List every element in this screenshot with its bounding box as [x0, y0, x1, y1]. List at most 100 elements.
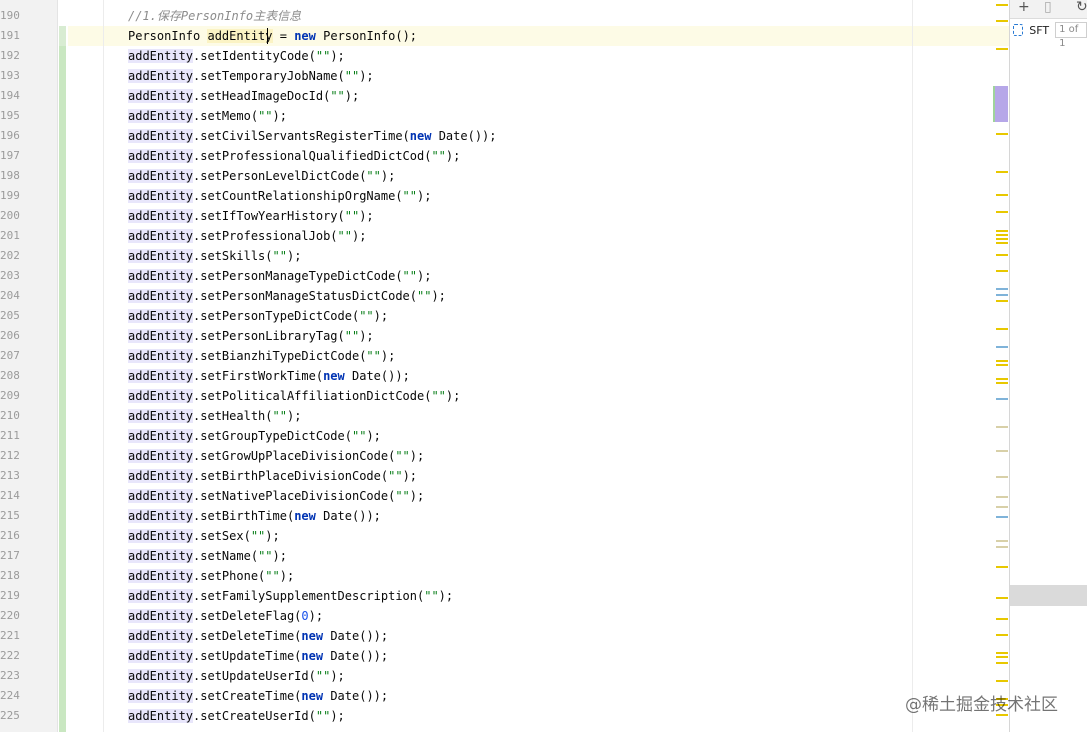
- stripe-mark[interactable]: [996, 378, 1008, 380]
- stripe-mark[interactable]: [996, 360, 1008, 362]
- stripe-mark[interactable]: [996, 652, 1008, 654]
- stripe-mark[interactable]: [996, 662, 1008, 664]
- line-number[interactable]: 225: [0, 706, 20, 726]
- code-line[interactable]: addEntity.setProfessionalJob("");: [128, 226, 908, 246]
- code-line[interactable]: addEntity.setCountRelationshipOrgName(""…: [128, 186, 908, 206]
- line-number[interactable]: 190: [0, 6, 20, 26]
- line-number[interactable]: 211: [0, 426, 20, 446]
- line-number[interactable]: 208: [0, 366, 20, 386]
- stripe-mark[interactable]: [996, 496, 1008, 498]
- line-number[interactable]: 200: [0, 206, 20, 226]
- code-line[interactable]: addEntity.setSkills("");: [128, 246, 908, 266]
- line-number[interactable]: 199: [0, 186, 20, 206]
- line-number[interactable]: 209: [0, 386, 20, 406]
- line-number[interactable]: 197: [0, 146, 20, 166]
- stripe-mark[interactable]: [996, 426, 1008, 428]
- line-number[interactable]: 196: [0, 126, 20, 146]
- code-line[interactable]: //1.保存PersonInfo主表信息: [128, 6, 908, 26]
- stripe-mark[interactable]: [996, 346, 1008, 348]
- stripe-mark[interactable]: [996, 230, 1008, 232]
- line-number[interactable]: 191: [0, 26, 20, 46]
- refresh-icon[interactable]: ↻: [1076, 0, 1087, 14]
- stripe-selection-mark[interactable]: [995, 86, 1008, 122]
- stripe-mark[interactable]: [996, 540, 1008, 542]
- line-number[interactable]: 222: [0, 646, 20, 666]
- line-number[interactable]: 210: [0, 406, 20, 426]
- vcs-change-marker-added[interactable]: [59, 46, 66, 732]
- code-line[interactable]: addEntity.setHeadImageDocId("");: [128, 86, 908, 106]
- line-number[interactable]: 216: [0, 526, 20, 546]
- stripe-mark[interactable]: [996, 566, 1008, 568]
- error-stripe-scrollbar[interactable]: [990, 0, 1009, 732]
- stripe-mark[interactable]: [996, 270, 1008, 272]
- stripe-mark[interactable]: [996, 288, 1008, 290]
- code-line[interactable]: addEntity.setTemporaryJobName("");: [128, 66, 908, 86]
- line-number[interactable]: 201: [0, 226, 20, 246]
- stripe-mark[interactable]: [996, 398, 1008, 400]
- side-panel-scrollbar[interactable]: [1010, 585, 1087, 606]
- line-number[interactable]: 223: [0, 666, 20, 686]
- line-number[interactable]: 215: [0, 506, 20, 526]
- stripe-mark[interactable]: [996, 4, 1008, 6]
- stripe-mark[interactable]: [996, 618, 1008, 620]
- code-line[interactable]: addEntity.setPhone("");: [128, 566, 908, 586]
- code-line[interactable]: addEntity.setPersonManageStatusDictCode(…: [128, 286, 908, 306]
- stripe-mark[interactable]: [996, 546, 1008, 548]
- stripe-mark[interactable]: [996, 20, 1008, 22]
- code-line[interactable]: addEntity.setBirthTime(new Date());: [128, 506, 908, 526]
- add-icon[interactable]: +: [1018, 0, 1030, 14]
- stripe-mark[interactable]: [996, 450, 1008, 452]
- line-number[interactable]: 218: [0, 566, 20, 586]
- stripe-mark[interactable]: [996, 133, 1008, 135]
- code-line[interactable]: addEntity.setPersonManageTypeDictCode(""…: [128, 266, 908, 286]
- code-line[interactable]: addEntity.setDeleteFlag(0);: [128, 606, 908, 626]
- code-line[interactable]: addEntity.setCreateUserId("");: [128, 706, 908, 726]
- code-line[interactable]: addEntity.setFirstWorkTime(new Date());: [128, 366, 908, 386]
- stripe-mark[interactable]: [996, 234, 1008, 236]
- line-number[interactable]: 195: [0, 106, 20, 126]
- vcs-change-marker-modified[interactable]: [59, 26, 66, 46]
- code-line[interactable]: addEntity.setHealth("");: [128, 406, 908, 426]
- line-number[interactable]: 219: [0, 586, 20, 606]
- code-line[interactable]: addEntity.setBianzhiTypeDictCode("");: [128, 346, 908, 366]
- code-line[interactable]: addEntity.setMemo("");: [128, 106, 908, 126]
- line-number[interactable]: 217: [0, 546, 20, 566]
- line-number[interactable]: 194: [0, 86, 20, 106]
- code-line[interactable]: addEntity.setIdentityCode("");: [128, 46, 908, 66]
- stripe-mark[interactable]: [996, 364, 1008, 366]
- line-number[interactable]: 192: [0, 46, 20, 66]
- line-number[interactable]: 213: [0, 466, 20, 486]
- code-editor[interactable]: //1.保存PersonInfo主表信息 PersonInfo addEntity…: [128, 6, 908, 726]
- stripe-mark[interactable]: [996, 328, 1008, 330]
- code-line[interactable]: addEntity.setName("");: [128, 546, 908, 566]
- line-number[interactable]: 204: [0, 286, 20, 306]
- line-number[interactable]: 202: [0, 246, 20, 266]
- code-line[interactable]: addEntity.setPoliticalAffiliationDictCod…: [128, 386, 908, 406]
- stripe-mark[interactable]: [996, 171, 1008, 173]
- stripe-mark[interactable]: [996, 48, 1008, 50]
- line-number[interactable]: 205: [0, 306, 20, 326]
- stripe-mark[interactable]: [996, 242, 1008, 244]
- stripe-mark[interactable]: [996, 597, 1008, 599]
- code-line[interactable]: addEntity.setCreateTime(new Date());: [128, 686, 908, 706]
- code-line[interactable]: addEntity.setGrowUpPlaceDivisionCode("")…: [128, 446, 908, 466]
- stripe-mark[interactable]: [996, 382, 1008, 384]
- stripe-mark[interactable]: [996, 476, 1008, 478]
- structure-item[interactable]: SFT 1 of 1: [1013, 22, 1087, 49]
- code-line[interactable]: addEntity.setGroupTypeDictCode("");: [128, 426, 908, 446]
- code-line[interactable]: addEntity.setPersonTypeDictCode("");: [128, 306, 908, 326]
- code-line[interactable]: addEntity.setNativePlaceDivisionCode("")…: [128, 486, 908, 506]
- stripe-mark[interactable]: [996, 506, 1008, 508]
- stripe-mark[interactable]: [996, 194, 1008, 196]
- code-line[interactable]: addEntity.setUpdateUserId("");: [128, 666, 908, 686]
- stripe-mark[interactable]: [996, 516, 1008, 518]
- stripe-mark[interactable]: [996, 294, 1008, 296]
- stripe-mark[interactable]: [996, 238, 1008, 240]
- line-number[interactable]: 203: [0, 266, 20, 286]
- line-number[interactable]: 198: [0, 166, 20, 186]
- code-line[interactable]: addEntity.setDeleteTime(new Date());: [128, 626, 908, 646]
- code-line[interactable]: addEntity.setProfessionalQualifiedDictCo…: [128, 146, 908, 166]
- line-number[interactable]: 212: [0, 446, 20, 466]
- line-number[interactable]: 193: [0, 66, 20, 86]
- code-line[interactable]: PersonInfo addEntity = new PersonInfo();: [128, 26, 908, 46]
